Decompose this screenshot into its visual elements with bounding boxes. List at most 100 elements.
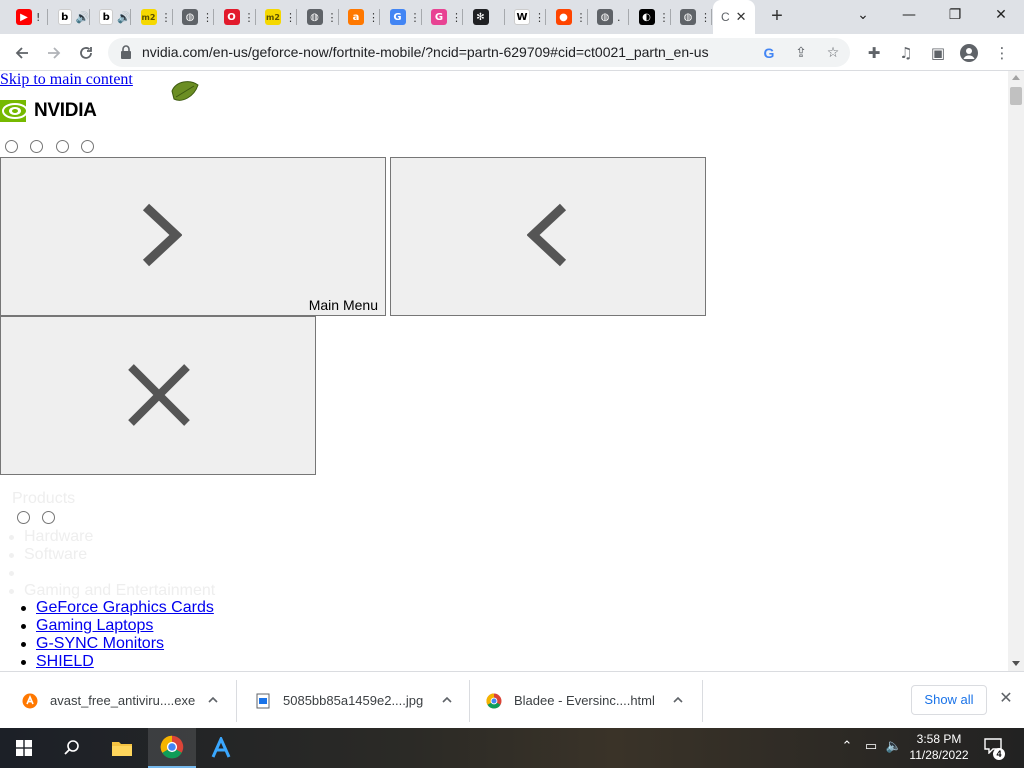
- product-radio-1[interactable]: [17, 511, 30, 524]
- chevron-up-icon[interactable]: [672, 694, 684, 706]
- download-item-avast[interactable]: avast_free_antiviru....exe: [0, 678, 236, 723]
- download-filename: Bladee - Eversinc....html: [514, 693, 655, 708]
- avast-icon: a: [348, 9, 364, 25]
- close-shelf-icon[interactable]: ✕: [997, 689, 1015, 707]
- tab-opera[interactable]: O ⋮: [216, 5, 256, 29]
- tab-search-button[interactable]: ⌄: [848, 4, 878, 26]
- side-panel-icon[interactable]: ▣: [928, 43, 948, 63]
- tab-separator: [254, 9, 256, 25]
- main-menu-button[interactable]: Main Menu: [0, 157, 386, 316]
- tab-reddit[interactable]: ● ⋮: [548, 5, 588, 29]
- tab-youtube[interactable]: ▶!: [8, 5, 48, 29]
- new-tab-button[interactable]: +: [766, 5, 788, 27]
- chevron-right-icon: [142, 203, 182, 267]
- tab-extra-indicator: ⋮: [451, 10, 462, 24]
- tab-avast[interactable]: a ⋮: [340, 5, 380, 29]
- back-menu-button[interactable]: [390, 157, 706, 316]
- carousel-radio-2[interactable]: [30, 140, 43, 153]
- tab-chatgpt[interactable]: ✻: [465, 5, 505, 29]
- reload-button[interactable]: [74, 41, 98, 65]
- tab-separator: [586, 9, 588, 25]
- google-icon: G: [389, 9, 406, 25]
- list-item: GeForce Graphics Cards: [20, 599, 214, 617]
- scroll-up-arrow-icon[interactable]: [1012, 75, 1020, 80]
- tab-globe[interactable]: ◍ ⋮: [174, 5, 214, 29]
- chevron-left-icon: [527, 203, 567, 267]
- tab-close-icon[interactable]: ✕: [736, 9, 747, 25]
- tab-m2[interactable]: m2 ⋮: [257, 5, 297, 29]
- faded-bullet: [9, 553, 14, 558]
- carousel-radio-1[interactable]: [5, 140, 18, 153]
- close-window-button[interactable]: ✕: [986, 4, 1016, 26]
- google-translate-icon[interactable]: G: [760, 44, 778, 62]
- profile-avatar-icon[interactable]: [959, 43, 979, 63]
- carousel-radio-4[interactable]: [81, 140, 94, 153]
- link-shield[interactable]: SHIELD: [36, 653, 94, 670]
- page-scrollbar[interactable]: [1008, 71, 1024, 671]
- clock-date: 11/28/2022: [909, 748, 969, 762]
- chevron-up-icon[interactable]: [207, 694, 219, 706]
- search-button[interactable]: [48, 728, 96, 768]
- main-menu-label: Main Menu: [308, 297, 378, 313]
- faded-item-hardware[interactable]: Hardware: [24, 528, 93, 546]
- faded-bullet: [9, 535, 14, 540]
- bookmark-star-icon[interactable]: ☆: [824, 44, 842, 62]
- tab-globe[interactable]: ◍.: [589, 5, 629, 29]
- scroll-down-arrow-icon[interactable]: [1012, 661, 1020, 666]
- share-icon[interactable]: ⇪: [792, 44, 810, 62]
- tab-wikipedia[interactable]: W ⋮: [506, 5, 546, 29]
- tab-separator: [88, 9, 90, 25]
- show-hidden-icons-icon[interactable]: ⌃: [838, 738, 856, 756]
- menu-kebab-icon[interactable]: ⋮: [992, 43, 1012, 63]
- minimize-button[interactable]: —: [894, 4, 924, 26]
- extensions-icon[interactable]: ✚: [864, 43, 884, 63]
- faded-item-software[interactable]: Software: [24, 546, 87, 564]
- tab-extra-indicator: ⋮: [326, 10, 338, 24]
- tab-separator: [130, 9, 131, 25]
- wikipedia-icon: W: [514, 9, 530, 25]
- app-a-button[interactable]: [197, 728, 245, 768]
- globe-icon: ◍: [597, 9, 613, 25]
- close-menu-button[interactable]: [0, 316, 316, 475]
- tab-globe[interactable]: ◍ ⋮: [672, 5, 712, 29]
- tab-separator: [669, 9, 671, 25]
- tab-moon[interactable]: ◐ ⋮: [631, 5, 671, 29]
- tab-bandcamp[interactable]: b 🔊: [50, 5, 90, 29]
- show-all-button[interactable]: Show all: [911, 685, 987, 715]
- link-gaming-laptops[interactable]: Gaming Laptops: [36, 617, 153, 634]
- lock-icon[interactable]: [120, 45, 132, 59]
- download-item-jpg[interactable]: 5085bb85a1459e2....jpg: [237, 678, 469, 723]
- media-controls-icon[interactable]: ♫: [896, 43, 916, 63]
- tab-m2[interactable]: m2 ⋮: [133, 5, 173, 29]
- scrollbar-thumb[interactable]: [1010, 87, 1022, 105]
- products-heading: Products: [12, 490, 76, 507]
- network-icon[interactable]: ▭: [862, 738, 880, 756]
- chrome-taskbar-button[interactable]: [148, 728, 196, 768]
- nvidia-logo[interactable]: NVIDIA: [0, 99, 97, 123]
- link-geforce-graphics-cards[interactable]: GeForce Graphics Cards: [36, 599, 214, 616]
- product-radio-2[interactable]: [42, 511, 55, 524]
- skip-to-main-link[interactable]: Skip to main content: [0, 71, 133, 89]
- tab-google[interactable]: G ⋮: [382, 5, 422, 29]
- windows-taskbar: ⌃ ▭ 🔈 3:58 PM 11/28/2022 4: [0, 728, 1024, 768]
- tab-active[interactable]: C ✕: [713, 0, 755, 34]
- back-arrow-icon: [15, 47, 28, 59]
- address-bar[interactable]: nvidia.com/en-us/geforce-now/fortnite-mo…: [108, 38, 850, 67]
- chevron-up-icon[interactable]: [441, 694, 453, 706]
- url-text[interactable]: nvidia.com/en-us/geforce-now/fortnite-mo…: [142, 44, 709, 60]
- tab-extra-indicator: ⋮: [243, 10, 255, 24]
- carousel-radio-3[interactable]: [56, 140, 69, 153]
- download-item-html[interactable]: Bladee - Eversinc....html: [470, 678, 702, 723]
- faded-item-gaming[interactable]: Gaming and Entertainment: [24, 582, 215, 600]
- restore-button[interactable]: ❐: [940, 4, 970, 26]
- tab-bandcamp[interactable]: b 🔊: [91, 5, 131, 29]
- file-explorer-button[interactable]: [98, 728, 146, 768]
- tab-globe[interactable]: ◍ ⋮: [299, 5, 339, 29]
- tab-gp[interactable]: G ⋮: [423, 5, 463, 29]
- link-gsync-monitors[interactable]: G-SYNC Monitors: [36, 635, 164, 652]
- back-button[interactable]: [10, 41, 34, 65]
- tab-extra-indicator: ⋮: [202, 10, 213, 24]
- start-button[interactable]: [0, 728, 48, 768]
- system-clock[interactable]: 3:58 PM 11/28/2022: [900, 731, 978, 763]
- forward-button[interactable]: [42, 41, 66, 65]
